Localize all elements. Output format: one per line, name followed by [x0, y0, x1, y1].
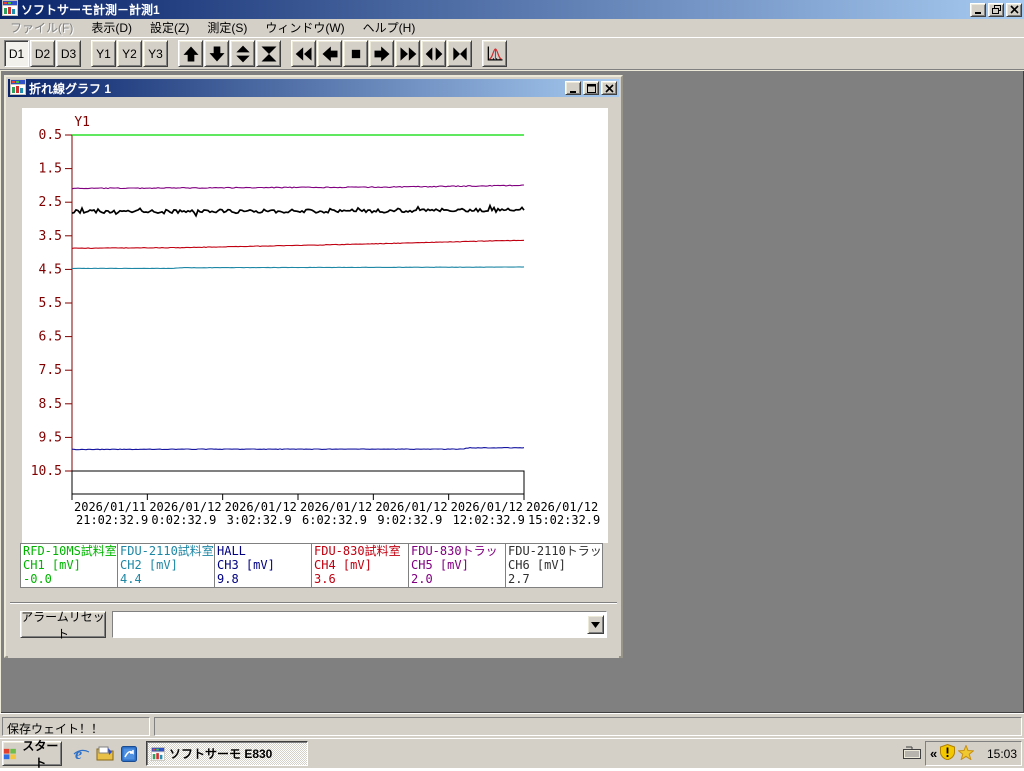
shield-alert-icon[interactable] [940, 743, 956, 763]
svg-text:2026/01/12: 2026/01/12 [451, 500, 523, 514]
channels-icon[interactable] [120, 745, 138, 763]
toolbar-button-y3[interactable]: Y3 [143, 40, 168, 67]
svg-text:4.5: 4.5 [39, 262, 62, 277]
tray-chevrons[interactable]: « [930, 746, 937, 761]
internet-explorer-icon[interactable]: e [72, 745, 90, 763]
svg-text:6.5: 6.5 [39, 330, 62, 345]
start-button[interactable]: スタート [2, 739, 62, 770]
alarm-reset-button[interactable]: アラームリセット [20, 610, 106, 641]
status-message: 保存ウェイト！！ [2, 716, 150, 736]
status-bar: 保存ウェイト！！ [0, 713, 1024, 738]
svg-text:e: e [75, 746, 82, 762]
svg-text:2026/01/12: 2026/01/12 [149, 500, 221, 514]
window-title: ソフトサーモ計測－計測1 [21, 3, 160, 17]
hourglass-triangles-icon[interactable] [256, 40, 281, 67]
svg-text:3:02:32.9: 3:02:32.9 [227, 513, 292, 527]
system-tray: « 15:03 [925, 741, 1022, 766]
graph-window-title: 折れ線グラフ 1 [29, 81, 112, 96]
toolbar-button-d3[interactable]: D3 [56, 40, 81, 67]
double-right-triangles-icon[interactable] [395, 40, 420, 67]
svg-text:2026/01/12: 2026/01/12 [225, 500, 297, 514]
legend-table: RFD-10MS試料室 CH1 [mV] -0.0 FDU-2110試料室 CH2 [m… [20, 543, 603, 588]
up-arrow-icon[interactable] [178, 40, 203, 67]
graph-window-client: 0.5 1.5 2.5 3.5 4.5 5.5 6.5 7.5 8.5 9.5 10.5 Y1 2026… [8, 97, 619, 658]
up-down-triangles-icon[interactable] [230, 40, 255, 67]
legend-cell-ch5: FDU-830トラッ CH5 [mV] 2.0 [409, 544, 506, 587]
graph-maximize-button[interactable] [583, 81, 599, 95]
taskbar: スタート e ソフトサーモ E830 « 15:03 [0, 738, 1024, 770]
svg-text:2.5: 2.5 [39, 195, 62, 210]
svg-text:8.5: 8.5 [39, 397, 62, 412]
desktop: ソフトサーモ計測－計測1 ファイル(F) 表示(D) 設定(Z) 測定(S) ウィンドウ… [0, 0, 1024, 770]
minimize-button[interactable] [970, 2, 986, 17]
menu-item[interactable]: ファイル(F) [1, 17, 82, 38]
toolbar-button-d2[interactable]: D2 [30, 40, 55, 67]
svg-text:0:02:32.9: 0:02:32.9 [151, 513, 216, 527]
svg-text:9:02:32.9: 9:02:32.9 [377, 513, 442, 527]
triangles-outward-icon[interactable] [421, 40, 446, 67]
left-arrow-icon[interactable] [317, 40, 342, 67]
graph-minimize-button[interactable] [565, 81, 581, 95]
graph-window-icon [10, 78, 26, 98]
keyboard-icon[interactable] [903, 745, 921, 762]
legend-cell-ch4: FDU-830試料室 CH4 [mV] 3.6 [312, 544, 409, 587]
menu-item[interactable]: ヘルプ(H) [354, 17, 425, 38]
svg-text:5.5: 5.5 [39, 296, 62, 311]
graph-close-button[interactable] [601, 81, 617, 95]
tray-clock: 15:03 [986, 746, 1017, 761]
task-button-label: ソフトサーモ E830 [169, 747, 273, 761]
legend-cell-ch6: FDU-2110トラッ CH6 [mV] 2.7 [506, 544, 603, 587]
down-arrow-icon[interactable] [204, 40, 229, 67]
legend-cell-ch1: RFD-10MS試料室 CH1 [mV] -0.0 [21, 544, 118, 587]
svg-text:2026/01/12: 2026/01/12 [300, 500, 372, 514]
svg-text:10.5: 10.5 [31, 464, 62, 479]
svg-text:9.5: 9.5 [39, 430, 62, 445]
menu-item[interactable]: ウィンドウ(W) [256, 17, 353, 38]
close-button[interactable] [1006, 2, 1022, 17]
triangles-inward-icon[interactable] [447, 40, 472, 67]
svg-text:3.5: 3.5 [39, 229, 62, 244]
toolbar-button-d1[interactable]: D1 [4, 40, 29, 67]
start-label: スタート [22, 738, 59, 770]
alarm-combo[interactable] [112, 611, 607, 638]
histogram-chart-icon[interactable] [482, 40, 507, 67]
menu-item[interactable]: 設定(Z) [141, 17, 198, 38]
svg-text:7.5: 7.5 [39, 363, 62, 378]
restore-button[interactable] [988, 2, 1004, 17]
graph-window: 折れ線グラフ 1 0.5 1.5 2.5 3.5 4.5 5.5 6.5 7.5 8.5 9.5 1… [4, 75, 623, 658]
legend-cell-ch3: HALL CH3 [mV] 9.8 [215, 544, 312, 587]
stop-square-icon[interactable] [343, 40, 368, 67]
svg-text:15:02:32.9: 15:02:32.9 [528, 513, 600, 527]
line-chart: 0.5 1.5 2.5 3.5 4.5 5.5 6.5 7.5 8.5 9.5 10.5 Y1 2026… [31, 115, 601, 527]
star-icon[interactable] [957, 743, 976, 763]
svg-text:21:02:32.9: 21:02:32.9 [76, 513, 148, 527]
right-arrow-icon[interactable] [369, 40, 394, 67]
mdi-area: 折れ線グラフ 1 0.5 1.5 2.5 3.5 4.5 5.5 6.5 7.5 8.5 9.5 1… [0, 70, 1024, 713]
graph-window-title-bar: 折れ線グラフ 1 [8, 78, 619, 98]
status-panel-2 [154, 716, 1022, 736]
combo-dropdown-arrow[interactable] [587, 615, 604, 634]
menu-item[interactable]: 表示(D) [82, 17, 141, 38]
double-left-triangles-icon[interactable] [291, 40, 316, 67]
svg-text:Y1: Y1 [74, 115, 90, 130]
svg-text:12:02:32.9: 12:02:32.9 [453, 513, 525, 527]
svg-text:2026/01/12: 2026/01/12 [375, 500, 447, 514]
app-icon [151, 746, 165, 761]
svg-text:0.5: 0.5 [39, 128, 62, 143]
divider [10, 602, 617, 604]
menu-item[interactable]: 測定(S) [198, 17, 256, 38]
toolbar: D1 D2 D3 Y1 Y2 Y3 [0, 37, 1024, 70]
task-button-softthermo[interactable]: ソフトサーモ E830 [146, 741, 308, 766]
svg-text:6:02:32.9: 6:02:32.9 [302, 513, 367, 527]
svg-text:1.5: 1.5 [39, 162, 62, 177]
chart-panel: 0.5 1.5 2.5 3.5 4.5 5.5 6.5 7.5 8.5 9.5 10.5 Y1 2026… [22, 108, 608, 543]
toolbar-button-y1[interactable]: Y1 [91, 40, 116, 67]
toolbar-button-y2[interactable]: Y2 [117, 40, 142, 67]
legend-cell-ch2: FDU-2110試料室 CH2 [mV] 4.4 [118, 544, 215, 587]
svg-text:2026/01/11: 2026/01/11 [74, 500, 146, 514]
show-desktop-icon[interactable] [96, 745, 114, 763]
svg-text:2026/01/12: 2026/01/12 [526, 500, 598, 514]
windows-logo-icon [3, 748, 16, 759]
menu-bar: ファイル(F) 表示(D) 設定(Z) 測定(S) ウィンドウ(W) ヘルプ(H) [0, 19, 1024, 37]
